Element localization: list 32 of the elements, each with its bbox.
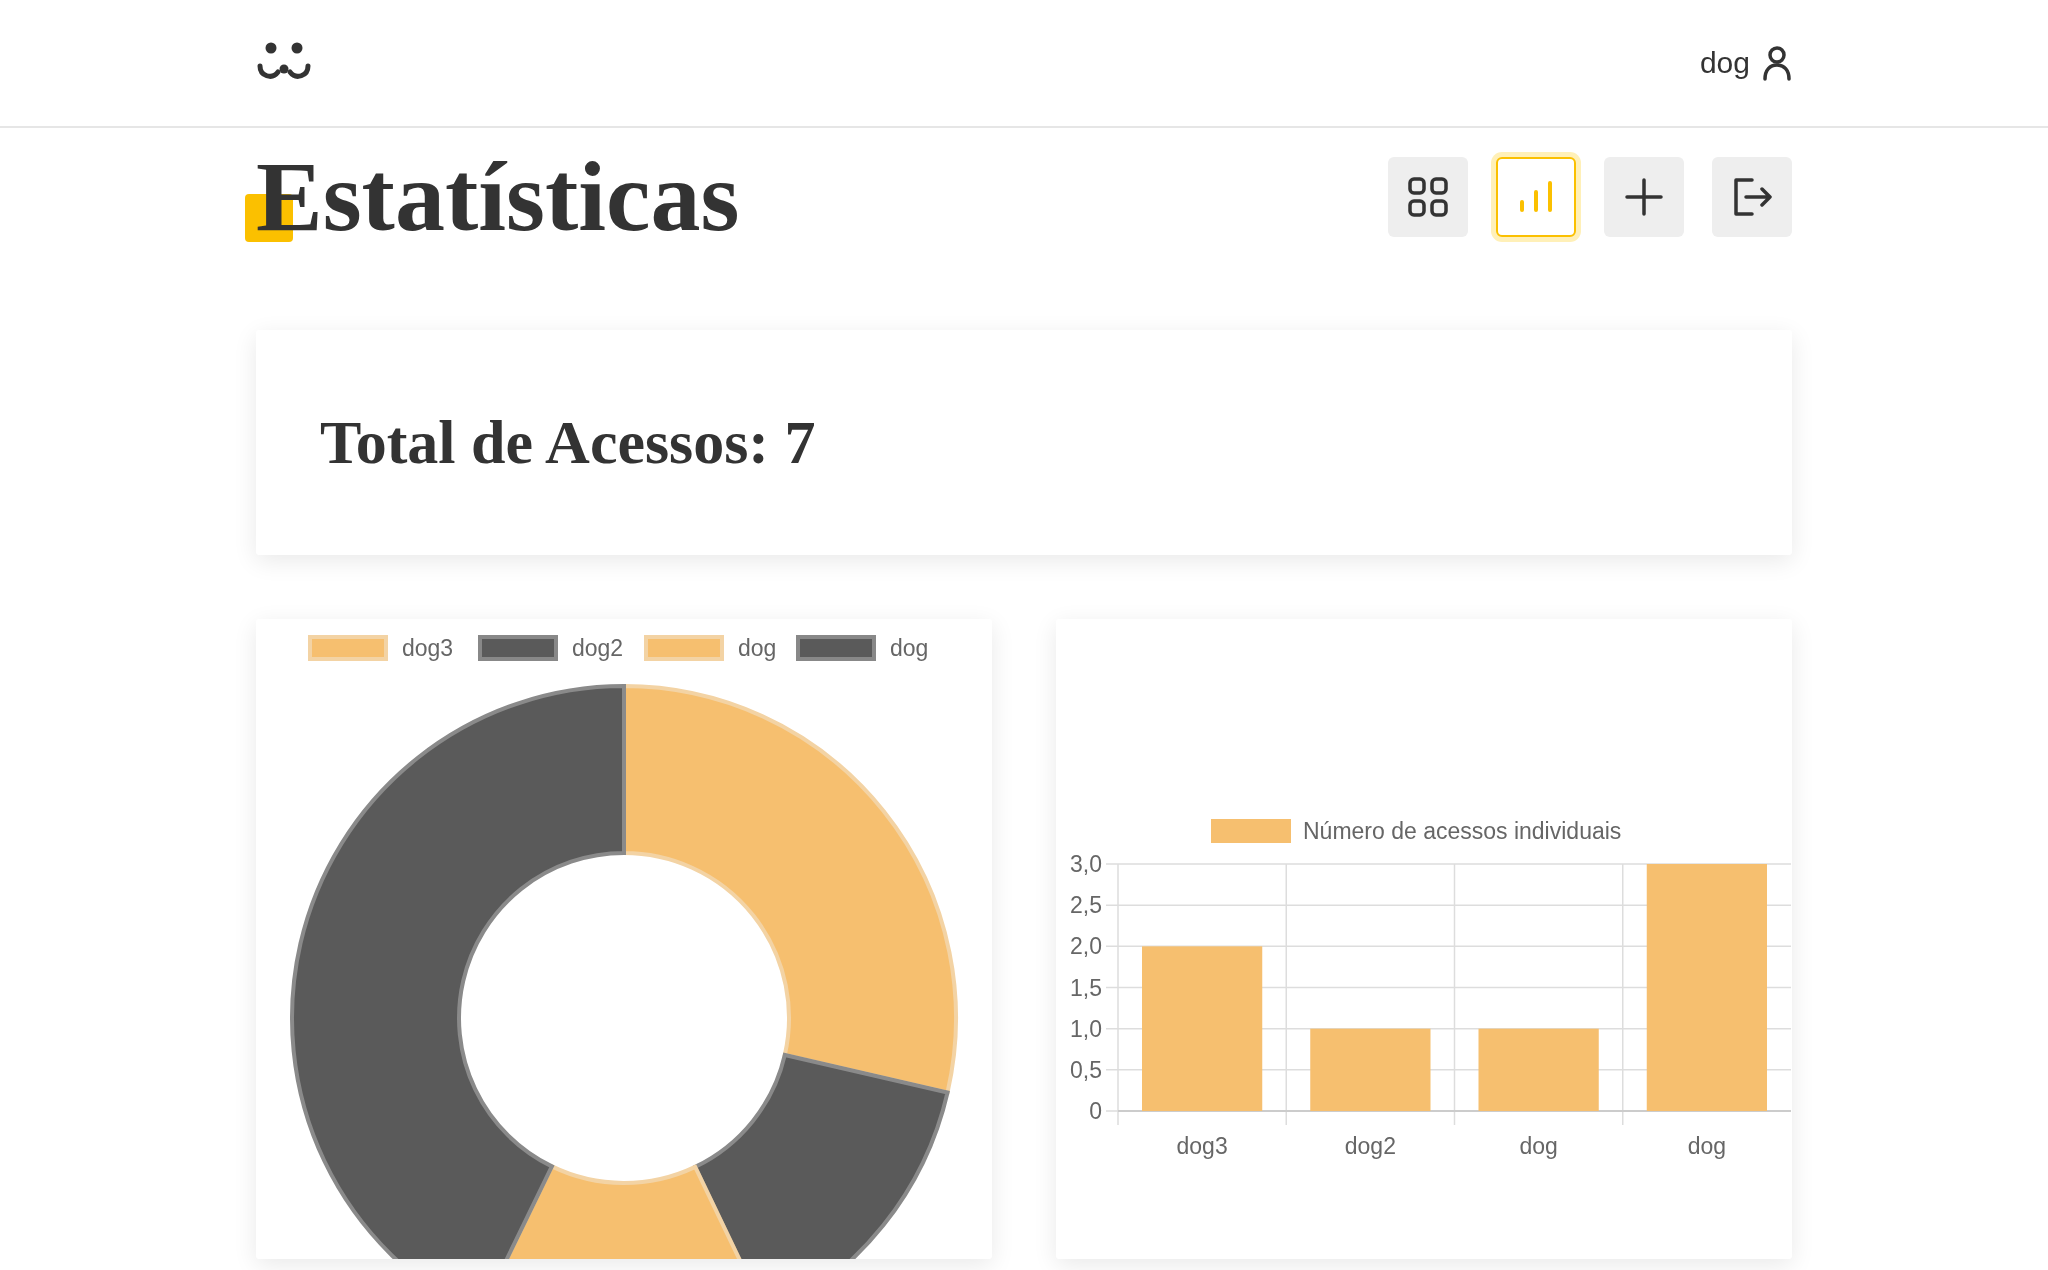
legend-label: Número de acessos individuais [1303, 818, 1622, 844]
legend-label: dog2 [572, 635, 624, 661]
legend-item: dog2 [478, 635, 624, 661]
page-title: Estatísticas [245, 142, 740, 252]
legend-item: dog3 [308, 635, 454, 661]
axis-category-label: dog [1519, 1133, 1558, 1159]
total-accesses: Total de Acessos: 7 [320, 407, 816, 478]
axis-tick-label: 0 [1089, 1098, 1102, 1124]
user-icon[interactable] [1762, 45, 1792, 81]
axis-tick-label: 2,0 [1070, 933, 1102, 960]
axis-tick-label: 3,0 [1070, 851, 1102, 877]
axis-category-label: dog2 [1344, 1133, 1396, 1159]
axis-tick-label: 2,5 [1070, 892, 1102, 919]
logout-button[interactable] [1712, 157, 1792, 237]
axis-category-label: dog [1687, 1133, 1727, 1159]
grid-icon [1408, 177, 1448, 217]
username[interactable]: dog [1699, 46, 1750, 80]
axis-tick-label: 0,5 [1070, 1056, 1102, 1083]
add-button[interactable] [1604, 157, 1684, 237]
legend-label: dog3 [402, 635, 454, 661]
legend-item: dog [644, 635, 777, 661]
grid-button[interactable] [1388, 157, 1468, 237]
legend-label: dog [890, 635, 929, 661]
plus-icon [1625, 178, 1663, 216]
legend-label: dog [738, 635, 777, 661]
logout-icon [1732, 178, 1772, 216]
axis-category-label: dog3 [1176, 1133, 1228, 1159]
axis-tick-label: 1,0 [1070, 1015, 1102, 1042]
legend-item: Número de acessos individuais [1211, 818, 1622, 844]
legend-item: dog [796, 635, 929, 661]
axis-tick-label: 1,5 [1070, 974, 1102, 1001]
bar-chart-icon [1518, 180, 1554, 214]
